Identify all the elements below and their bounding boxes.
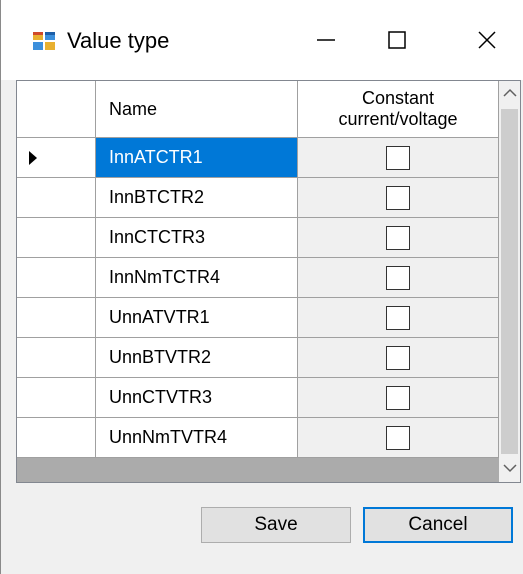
name-cell[interactable]: InnNmTCTR4 bbox=[96, 258, 298, 298]
minimize-button[interactable] bbox=[303, 20, 349, 64]
constant-cell[interactable] bbox=[298, 138, 499, 178]
dialog-window: Value type Name Constant current/voltage… bbox=[0, 0, 523, 574]
name-cell[interactable]: InnBTCTR2 bbox=[96, 178, 298, 218]
table-row[interactable]: InnATCTR1 bbox=[17, 138, 499, 178]
column-header-name[interactable]: Name bbox=[96, 81, 298, 138]
table-row[interactable]: InnNmTCTR4 bbox=[17, 258, 499, 298]
minimize-icon bbox=[316, 30, 336, 55]
name-cell[interactable]: UnnNmTVTR4 bbox=[96, 418, 298, 458]
row-header[interactable] bbox=[17, 218, 96, 258]
scroll-up-button[interactable] bbox=[499, 81, 520, 107]
constant-checkbox[interactable] bbox=[386, 225, 410, 250]
row-header[interactable] bbox=[17, 178, 96, 218]
constant-cell[interactable] bbox=[298, 378, 499, 418]
constant-checkbox[interactable] bbox=[386, 305, 410, 330]
close-icon bbox=[477, 30, 497, 55]
grid-header-row: Name Constant current/voltage bbox=[17, 81, 499, 138]
value-type-grid[interactable]: Name Constant current/voltage InnATCTR1 … bbox=[16, 80, 521, 483]
constant-cell[interactable] bbox=[298, 418, 499, 458]
table-row[interactable]: InnCTCTR3 bbox=[17, 218, 499, 258]
constant-cell[interactable] bbox=[298, 338, 499, 378]
name-cell[interactable]: UnnCTVTR3 bbox=[96, 378, 298, 418]
name-cell[interactable]: UnnATVTR1 bbox=[96, 298, 298, 338]
app-window-icon bbox=[33, 32, 55, 50]
grid-body: Name Constant current/voltage InnATCTR1 … bbox=[17, 81, 499, 482]
constant-cell[interactable] bbox=[298, 298, 499, 338]
scroll-thumb[interactable] bbox=[501, 109, 518, 454]
constant-checkbox[interactable] bbox=[386, 425, 410, 450]
row-header[interactable] bbox=[17, 138, 96, 178]
window-title: Value type bbox=[67, 28, 170, 53]
name-cell[interactable]: InnCTCTR3 bbox=[96, 218, 298, 258]
constant-checkbox[interactable] bbox=[386, 265, 410, 290]
chevron-down-icon bbox=[502, 460, 517, 478]
save-button[interactable]: Save bbox=[201, 507, 351, 543]
chevron-up-icon bbox=[502, 85, 517, 103]
row-header[interactable] bbox=[17, 258, 96, 298]
column-header-constant-line2: current/voltage bbox=[338, 109, 458, 129]
vertical-scrollbar[interactable] bbox=[499, 81, 520, 482]
constant-checkbox[interactable] bbox=[386, 145, 410, 170]
table-row[interactable]: UnnBTVTR2 bbox=[17, 338, 499, 378]
table-row[interactable]: InnBTCTR2 bbox=[17, 178, 499, 218]
constant-checkbox[interactable] bbox=[386, 185, 410, 210]
constant-cell[interactable] bbox=[298, 178, 499, 218]
title-bar: Value type bbox=[1, 0, 523, 80]
constant-checkbox[interactable] bbox=[386, 345, 410, 370]
row-header[interactable] bbox=[17, 298, 96, 338]
close-button[interactable] bbox=[464, 20, 510, 64]
table-row[interactable]: UnnATVTR1 bbox=[17, 298, 499, 338]
name-cell[interactable]: UnnBTVTR2 bbox=[96, 338, 298, 378]
column-header-constant[interactable]: Constant current/voltage bbox=[298, 81, 499, 138]
constant-cell[interactable] bbox=[298, 218, 499, 258]
cancel-button[interactable]: Cancel bbox=[363, 507, 513, 543]
column-header-constant-line1: Constant bbox=[361, 88, 435, 108]
row-header[interactable] bbox=[17, 378, 96, 418]
current-row-arrow-icon bbox=[29, 151, 37, 165]
grid-corner-header[interactable] bbox=[17, 81, 96, 138]
constant-cell[interactable] bbox=[298, 258, 499, 298]
maximize-icon bbox=[387, 30, 407, 55]
table-row[interactable]: UnnNmTVTR4 bbox=[17, 418, 499, 458]
constant-checkbox[interactable] bbox=[386, 385, 410, 410]
row-header[interactable] bbox=[17, 418, 96, 458]
scroll-down-button[interactable] bbox=[499, 456, 520, 482]
maximize-button[interactable] bbox=[374, 20, 420, 64]
table-row[interactable]: UnnCTVTR3 bbox=[17, 378, 499, 418]
row-header[interactable] bbox=[17, 338, 96, 378]
name-cell[interactable]: InnATCTR1 bbox=[96, 138, 298, 178]
